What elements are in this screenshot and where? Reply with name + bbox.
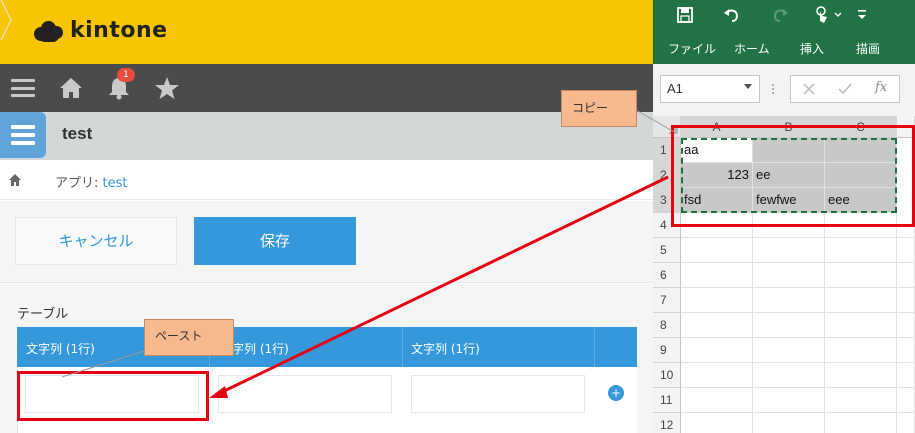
arrow-head-icon	[209, 386, 228, 398]
paste-callout: ペースト	[144, 319, 234, 356]
paste-callout-pointer	[61, 349, 149, 378]
copy-callout: コピー	[561, 90, 637, 127]
screenshot-root: kintone 1 test アプリ: test キャンセル 保存 テーブル 文…	[0, 0, 915, 433]
annotation-overlay	[61, 109, 677, 398]
copy-callout-pointer	[635, 109, 677, 134]
copy-to-paste-arrow	[219, 175, 669, 395]
